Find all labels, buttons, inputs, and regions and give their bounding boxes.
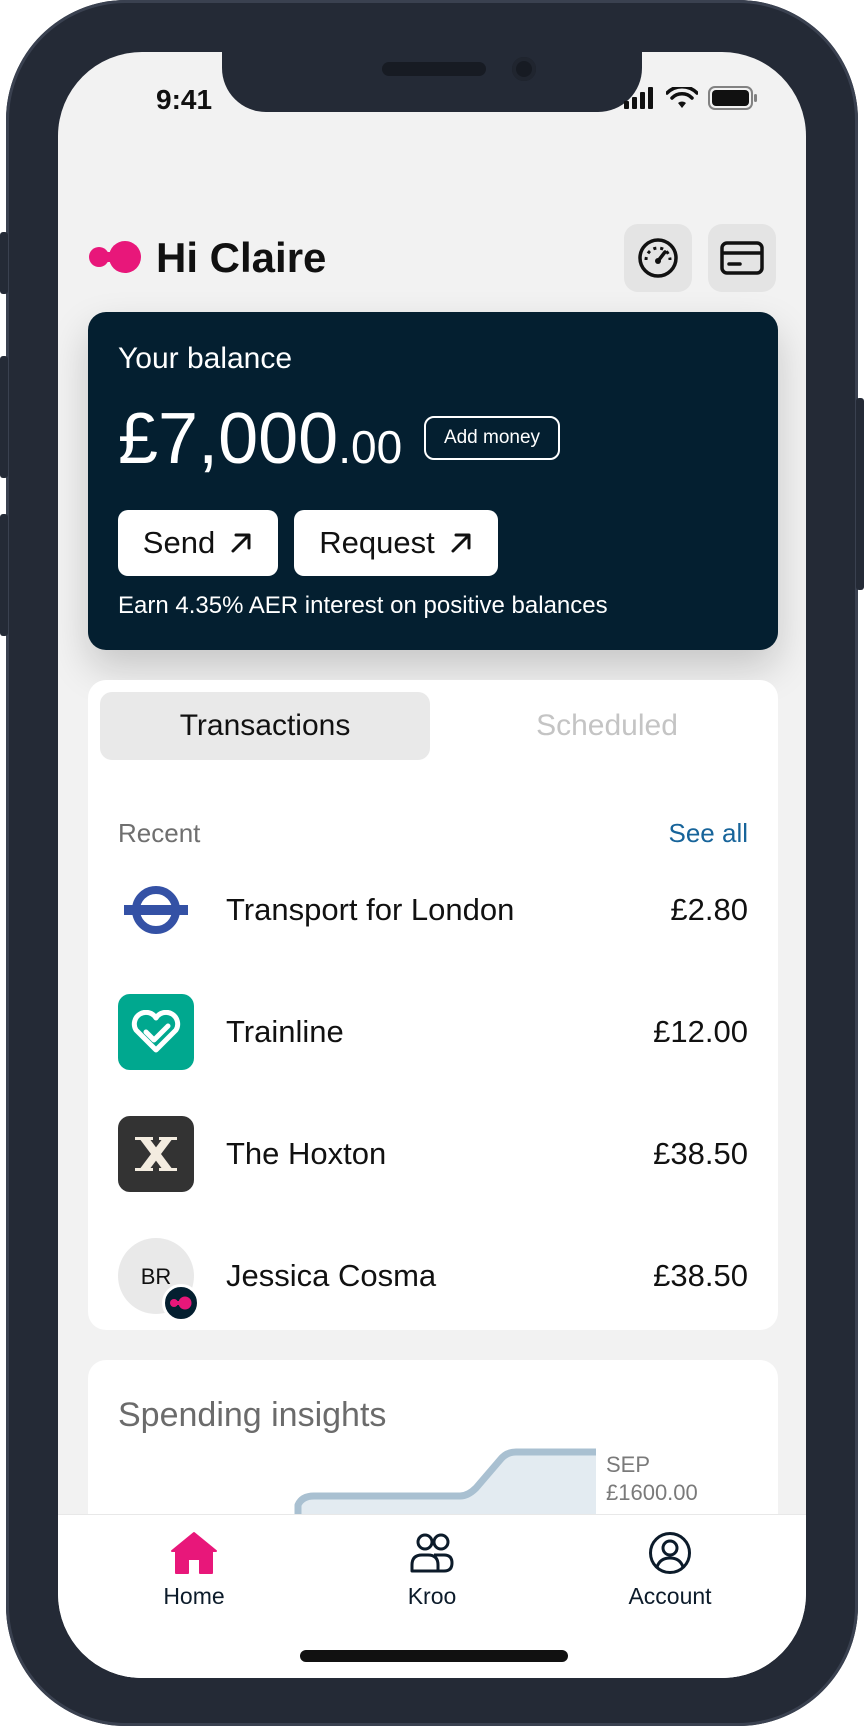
nav-home-label: Home	[163, 1583, 225, 1609]
notch	[222, 52, 642, 112]
power-button	[856, 398, 864, 590]
trainline-logo-icon	[118, 994, 194, 1070]
interest-note: Earn 4.35% AER interest on positive bala…	[118, 592, 608, 619]
mute-switch	[0, 232, 8, 294]
battery-icon	[708, 86, 757, 110]
transaction-name: Jessica Cosma	[226, 1258, 437, 1293]
chart-value-label: £1600.00	[606, 1480, 698, 1505]
gauge-icon	[638, 238, 678, 278]
transaction-name: Transport for London	[226, 892, 515, 927]
request-button[interactable]: Request	[294, 510, 498, 576]
add-money-button[interactable]: Add money	[424, 416, 560, 460]
balance-amount-main: £7,000	[118, 399, 339, 479]
transaction-name: Trainline	[226, 1014, 344, 1049]
transaction-amount: £38.50	[653, 1136, 748, 1171]
screen: 9:41 Hi Claire Your balance £7,000.00 Ad…	[58, 52, 806, 1678]
home-icon	[171, 1532, 217, 1574]
balance-amount-cents: .00	[338, 421, 403, 473]
transaction-amount: £12.00	[653, 1014, 748, 1049]
volume-up-button	[0, 356, 8, 478]
request-label: Request	[319, 525, 435, 560]
send-button[interactable]: Send	[118, 510, 278, 576]
speaker	[382, 62, 486, 76]
header: Hi Claire	[88, 224, 778, 294]
volume-down-button	[0, 514, 8, 636]
tab-scheduled[interactable]: Scheduled	[448, 692, 766, 760]
transaction-amount: £38.50	[653, 1258, 748, 1293]
roundel-icon	[118, 872, 194, 948]
transaction-row[interactable]: The Hoxton £38.50	[118, 1116, 748, 1192]
tab-transactions[interactable]: Transactions	[100, 692, 430, 760]
send-label: Send	[142, 525, 216, 560]
chart-month-label: SEP	[606, 1452, 651, 1477]
nav-kroo-label: Kroo	[407, 1583, 457, 1609]
greeting: Hi Claire	[156, 234, 327, 281]
transaction-name: The Hoxton	[226, 1136, 387, 1171]
transaction-row[interactable]: BR Jessica Cosma £38.50	[118, 1238, 748, 1322]
kroo-logo-icon	[89, 241, 141, 273]
nav-account[interactable]: Account	[590, 1531, 750, 1610]
people-icon	[410, 1533, 454, 1573]
home-indicator[interactable]	[300, 1650, 568, 1662]
balance-card: Your balance £7,000.00 Add money Send Re…	[88, 312, 778, 650]
signal-icon	[624, 87, 653, 109]
see-all-link[interactable]: See all	[669, 818, 749, 849]
transaction-amount: £2.80	[670, 892, 748, 927]
transaction-row[interactable]: Transport for London £2.80	[118, 872, 748, 948]
card-button[interactable]	[708, 224, 776, 292]
nav-home[interactable]: Home	[114, 1531, 274, 1610]
arrow-up-right-icon	[231, 533, 251, 553]
avatar-initials: BR	[140, 1264, 172, 1289]
nav-account-label: Account	[628, 1583, 712, 1609]
transactions-card: Transactions Scheduled Recent See all Tr…	[88, 680, 778, 1330]
balance-label: Your balance	[118, 342, 293, 375]
hoxton-logo-icon	[118, 1116, 194, 1192]
kroo-badge-icon	[162, 1284, 200, 1322]
wifi-icon	[666, 87, 698, 108]
status-icons	[624, 86, 758, 110]
status-time: 9:41	[156, 84, 213, 115]
card-icon	[720, 241, 764, 275]
account-icon	[649, 1532, 691, 1574]
insights-gauge-button[interactable]	[624, 224, 692, 292]
arrow-up-right-icon	[451, 533, 471, 553]
nav-kroo[interactable]: Kroo	[352, 1531, 512, 1610]
front-camera	[512, 57, 536, 81]
recent-label: Recent	[118, 818, 201, 848]
balance-amount: £7,000.00	[118, 394, 402, 492]
transaction-row[interactable]: Trainline £12.00	[118, 994, 748, 1070]
